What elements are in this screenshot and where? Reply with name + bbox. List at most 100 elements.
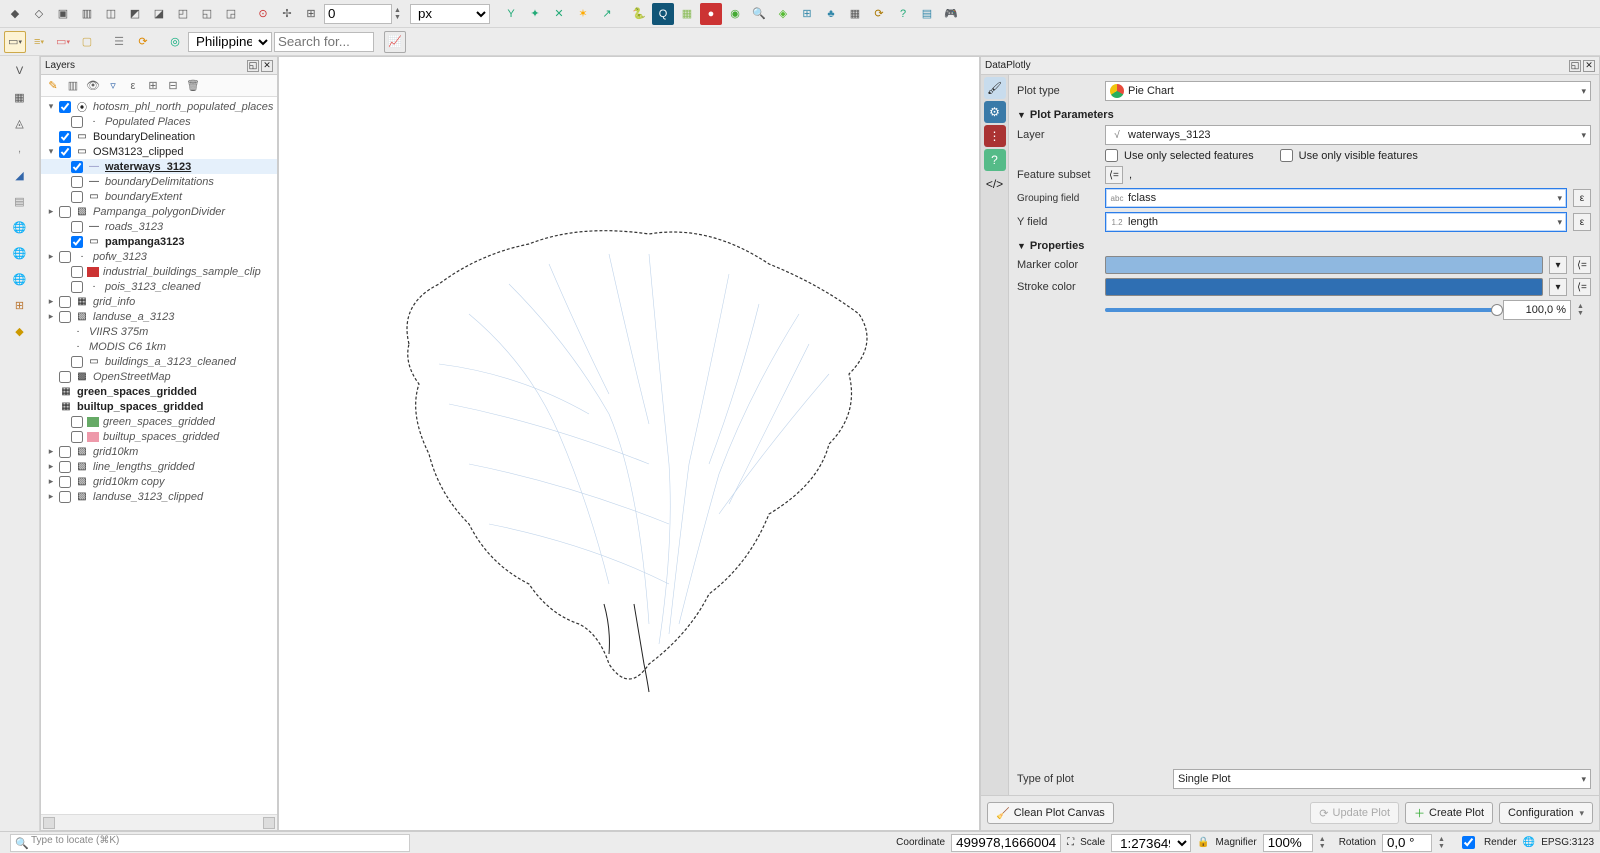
plugin-icon-9[interactable]: ▦ bbox=[844, 3, 866, 25]
plugin-icon-4[interactable]: ◉ bbox=[724, 3, 746, 25]
tool-vector-3[interactable]: ▣ bbox=[52, 3, 74, 25]
tab-customize-icon[interactable]: ⚙ bbox=[984, 101, 1006, 123]
layer-chk[interactable] bbox=[71, 281, 83, 293]
layer-chk[interactable] bbox=[59, 146, 71, 158]
tool-vector-4[interactable]: ▥ bbox=[76, 3, 98, 25]
select-tool-1[interactable]: ▭▾ bbox=[4, 31, 26, 53]
add-delimited-icon[interactable]: , bbox=[9, 138, 31, 160]
select-tool-4[interactable]: ▢ bbox=[76, 31, 98, 53]
manage-visibility-icon[interactable]: 👁 bbox=[85, 78, 101, 94]
add-spatialite-icon[interactable]: ◢ bbox=[9, 164, 31, 186]
select-tool-2[interactable]: ≡▾ bbox=[28, 31, 50, 53]
layer-label[interactable]: roads_3123 bbox=[103, 221, 163, 233]
tool-vector-1[interactable]: ◆ bbox=[4, 3, 26, 25]
rotation-input[interactable] bbox=[1382, 834, 1432, 852]
layer-chk[interactable] bbox=[59, 101, 71, 113]
unit-select[interactable]: px bbox=[410, 4, 490, 24]
chart-tool-icon[interactable]: 📈 bbox=[384, 31, 406, 53]
layer-chk[interactable] bbox=[59, 311, 71, 323]
snap-tool-icon[interactable]: ⊙ bbox=[252, 3, 274, 25]
configuration-button[interactable]: Configuration▾ bbox=[1499, 802, 1593, 824]
layer-chk[interactable] bbox=[59, 296, 71, 308]
layer-label[interactable]: pofw_3123 bbox=[91, 251, 147, 263]
panel-undock-icon[interactable]: ◱ bbox=[1569, 60, 1581, 72]
layer-label[interactable]: landuse_a_3123 bbox=[91, 311, 174, 323]
plugin-icon-5[interactable]: 🔍 bbox=[748, 3, 770, 25]
geom-tool-5[interactable]: ↗ bbox=[596, 3, 618, 25]
use-visible-checkbox[interactable] bbox=[1280, 149, 1293, 162]
tool-vector-2[interactable]: ◇ bbox=[28, 3, 50, 25]
layer-chk[interactable] bbox=[71, 161, 83, 173]
plugin-icon-11[interactable]: ? bbox=[892, 3, 914, 25]
map-canvas[interactable] bbox=[278, 56, 980, 831]
select-tool-3[interactable]: ▭▾ bbox=[52, 31, 74, 53]
layer-label[interactable]: grid_info bbox=[91, 296, 135, 308]
layer-label[interactable]: builtup_spaces_gridded bbox=[75, 401, 204, 413]
tool-vector-6[interactable]: ◩ bbox=[124, 3, 146, 25]
marker-color-menu[interactable]: ▾ bbox=[1549, 256, 1567, 274]
tolerance-spin[interactable]: ▲▼ bbox=[394, 7, 408, 21]
layer-chk[interactable] bbox=[71, 266, 83, 278]
extent-icon[interactable]: ⛶ bbox=[1067, 837, 1074, 848]
layers-hscroll[interactable] bbox=[41, 814, 277, 830]
expand-all-icon[interactable]: ⊞ bbox=[145, 78, 161, 94]
plugin-icon-2[interactable]: ▦ bbox=[676, 3, 698, 25]
type-of-plot-select[interactable]: Single Plot ▾ bbox=[1173, 769, 1591, 789]
layer-label[interactable]: grid10km copy bbox=[91, 476, 165, 488]
layer-label[interactable]: MODIS C6 1km bbox=[87, 341, 166, 353]
launcher-icon-1[interactable]: ☰ bbox=[108, 31, 130, 53]
layer-label[interactable]: OSM3123_clipped bbox=[91, 146, 184, 158]
layer-label[interactable]: boundaryDelimitations bbox=[103, 176, 214, 188]
launcher-icon-2[interactable]: ⟳ bbox=[132, 31, 154, 53]
crs-value[interactable]: EPSG:3123 bbox=[1541, 837, 1594, 848]
layer-label[interactable]: grid10km bbox=[91, 446, 138, 458]
layer-chk[interactable] bbox=[71, 116, 83, 128]
tolerance-input[interactable] bbox=[324, 4, 392, 24]
section-properties[interactable]: ▼Properties bbox=[1017, 240, 1591, 252]
plugin-icon-3[interactable]: ● bbox=[700, 3, 722, 25]
add-vector-icon[interactable]: V bbox=[9, 60, 31, 82]
filter-legend-icon[interactable]: ▿ bbox=[105, 78, 121, 94]
style-manager-icon[interactable]: ✎ bbox=[45, 78, 61, 94]
expression-filter-icon[interactable]: ε bbox=[125, 78, 141, 94]
subset-expression-button[interactable]: ⟨= bbox=[1105, 166, 1123, 184]
opacity-slider[interactable] bbox=[1105, 308, 1497, 312]
grouping-expression-button[interactable]: ε bbox=[1573, 189, 1591, 207]
stroke-color-menu[interactable]: ▾ bbox=[1549, 278, 1567, 296]
locator-input[interactable]: 🔍 Type to locate (⌘K) bbox=[10, 834, 410, 852]
plugin-icon-10[interactable]: ⟳ bbox=[868, 3, 890, 25]
use-selected-checkbox[interactable] bbox=[1105, 149, 1118, 162]
geom-tool-1[interactable]: Y bbox=[500, 3, 522, 25]
geom-tool-3[interactable]: ✕ bbox=[548, 3, 570, 25]
layer-chk[interactable] bbox=[71, 356, 83, 368]
clean-plot-button[interactable]: 🧹Clean Plot Canvas bbox=[987, 802, 1114, 824]
tool-vector-8[interactable]: ◰ bbox=[172, 3, 194, 25]
panel-close-icon[interactable]: ✕ bbox=[261, 60, 273, 72]
layer-label[interactable]: boundaryExtent bbox=[103, 191, 182, 203]
layer-label[interactable]: green_spaces_gridded bbox=[101, 416, 215, 428]
layer-label[interactable]: industrial_buildings_sample_clip bbox=[101, 266, 261, 278]
search-input[interactable] bbox=[274, 32, 374, 52]
add-postgis-icon[interactable]: ▤ bbox=[9, 190, 31, 212]
layer-chk[interactable] bbox=[71, 236, 83, 248]
plugin-icon-7[interactable]: ⊞ bbox=[796, 3, 818, 25]
vertex-tool-icon[interactable]: ✢ bbox=[276, 3, 298, 25]
tool-vector-7[interactable]: ◪ bbox=[148, 3, 170, 25]
layer-chk[interactable] bbox=[59, 476, 71, 488]
layer-chk[interactable] bbox=[59, 461, 71, 473]
layer-label[interactable]: OpenStreetMap bbox=[91, 371, 171, 383]
plugin-icon-12[interactable]: ▤ bbox=[916, 3, 938, 25]
scale-select[interactable]: 1:273649 bbox=[1111, 834, 1191, 852]
tab-plot-icon[interactable]: ⋮ bbox=[984, 125, 1006, 147]
layer-tree[interactable]: ▾⦿hotosm_phl_north_populated_places ·Pop… bbox=[41, 97, 277, 814]
section-plot-params[interactable]: ▼Plot Parameters bbox=[1017, 109, 1591, 121]
opacity-spin[interactable]: ▲▼ bbox=[1577, 303, 1591, 317]
layer-label[interactable]: Pampanga_polygonDivider bbox=[91, 206, 225, 218]
panel-undock-icon[interactable]: ◱ bbox=[247, 60, 259, 72]
stroke-color-swatch[interactable] bbox=[1105, 278, 1543, 296]
crs-icon[interactable]: 🌐 bbox=[1523, 837, 1535, 848]
panel-close-icon[interactable]: ✕ bbox=[1583, 60, 1595, 72]
layer-label[interactable]: line_lengths_gridded bbox=[91, 461, 195, 473]
opacity-value[interactable]: 100,0 % bbox=[1503, 300, 1571, 320]
coord-input[interactable] bbox=[951, 834, 1061, 852]
